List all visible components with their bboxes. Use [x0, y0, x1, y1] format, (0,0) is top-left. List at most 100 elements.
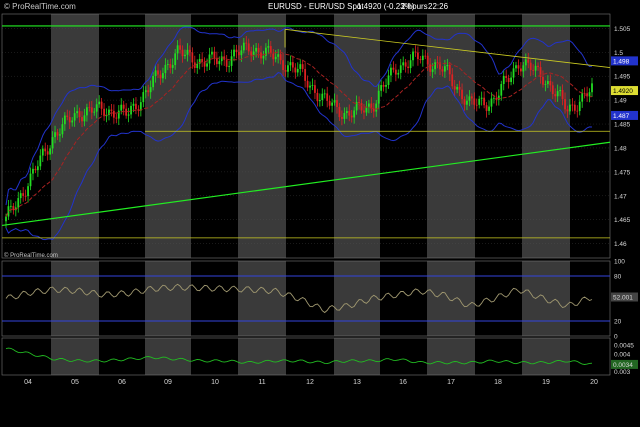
- candle-body: [71, 120, 74, 123]
- candle-body: [358, 102, 360, 104]
- candle-body: [186, 49, 189, 55]
- candle-body: [488, 106, 490, 111]
- price-tick-label: 1.49: [614, 98, 627, 105]
- candle-body: [157, 70, 159, 75]
- candle-body: [473, 98, 476, 105]
- candle-body: [284, 70, 287, 72]
- candle-body: [534, 65, 537, 71]
- candle-body: [323, 93, 326, 95]
- candle-body: [228, 65, 231, 67]
- candle-body: [507, 78, 510, 82]
- watermark: © ProRealTime.com: [4, 2, 76, 11]
- candle-body: [29, 173, 32, 187]
- candle-body: [532, 70, 535, 71]
- candle-body: [316, 92, 319, 102]
- candle-body: [61, 124, 64, 135]
- candle-body: [130, 105, 132, 115]
- candle-body: [453, 86, 456, 90]
- candle-body: [191, 52, 194, 63]
- candle-body: [385, 84, 387, 87]
- candle-body: [142, 92, 145, 103]
- rsi-tick-label: 0: [614, 334, 618, 341]
- candle-body: [407, 66, 410, 69]
- candle-body: [318, 100, 321, 102]
- price-tick-label: 1.47: [614, 193, 627, 200]
- candle-body: [54, 132, 56, 138]
- candle-body: [110, 109, 113, 111]
- candle-body: [417, 52, 419, 60]
- candle-body: [505, 75, 508, 79]
- day-band: [238, 14, 286, 258]
- candle-body: [490, 98, 493, 107]
- candle-body: [206, 63, 208, 67]
- x-tick-label: 04: [24, 379, 32, 386]
- candle-body: [443, 66, 446, 72]
- candle-body: [537, 65, 539, 68]
- candle-body: [73, 113, 76, 121]
- candle-body: [24, 195, 27, 197]
- candle-body: [81, 117, 83, 122]
- day-band: [522, 338, 570, 375]
- candle-body: [328, 100, 331, 106]
- candle-body: [147, 90, 150, 93]
- day-band: [145, 338, 191, 375]
- candle-body: [36, 166, 39, 171]
- candle-body: [117, 110, 120, 119]
- price-tick-label: 1.505: [614, 26, 631, 33]
- candle-body: [56, 132, 59, 136]
- candle-body: [436, 62, 439, 64]
- candle-body: [394, 69, 397, 75]
- candle-body: [336, 100, 338, 107]
- candle-body: [122, 104, 125, 109]
- candle-body: [32, 168, 34, 174]
- candle-body: [17, 198, 20, 208]
- candle-body: [152, 75, 155, 88]
- candle-body: [255, 47, 257, 52]
- candle-body: [174, 53, 177, 66]
- candle-body: [392, 67, 395, 70]
- candle-body: [561, 90, 564, 100]
- candle-body: [390, 67, 392, 76]
- candle-body: [27, 186, 29, 197]
- price-tick-label: 1.495: [614, 74, 631, 81]
- candle-body: [522, 65, 525, 72]
- candle-body: [475, 104, 478, 106]
- candle-body: [112, 110, 115, 118]
- candle-body: [409, 60, 412, 69]
- candle-body: [184, 54, 186, 57]
- x-tick-label: 11: [258, 379, 265, 386]
- candle-body: [367, 103, 370, 107]
- x-tick-label: 17: [447, 379, 455, 386]
- price-tick-label: 1.46: [614, 241, 627, 248]
- candle-body: [311, 85, 314, 86]
- candle-body: [169, 64, 172, 68]
- candle-body: [544, 84, 547, 85]
- candle-body: [262, 55, 265, 59]
- candle-body: [333, 100, 336, 103]
- candle-body: [267, 46, 270, 48]
- candle-body: [456, 86, 459, 90]
- candle-body: [203, 61, 206, 67]
- candle-body: [46, 151, 49, 155]
- candle-body: [446, 64, 449, 67]
- candle-body: [95, 104, 98, 112]
- atr-tick-label: 0.0045: [614, 343, 634, 350]
- candle-body: [44, 148, 47, 152]
- candle-body: [176, 45, 179, 54]
- candle-body: [461, 89, 463, 100]
- candle-body: [578, 101, 581, 112]
- x-tick-label: 19: [542, 379, 550, 386]
- last-price-label: 1.4920: [613, 88, 633, 95]
- candle-body: [556, 91, 559, 97]
- candle-body: [49, 148, 52, 155]
- x-tick-label: 10: [211, 379, 219, 386]
- candle-body: [252, 51, 255, 56]
- price-tick-label: 1.475: [614, 169, 631, 176]
- current-time: 22:26: [428, 2, 449, 11]
- candle-body: [497, 95, 500, 100]
- candle-body: [34, 168, 37, 171]
- rsi-value-label: 52.001: [613, 295, 633, 302]
- candle-body: [108, 109, 110, 115]
- candle-body: [551, 85, 554, 95]
- candle-body: [120, 104, 123, 111]
